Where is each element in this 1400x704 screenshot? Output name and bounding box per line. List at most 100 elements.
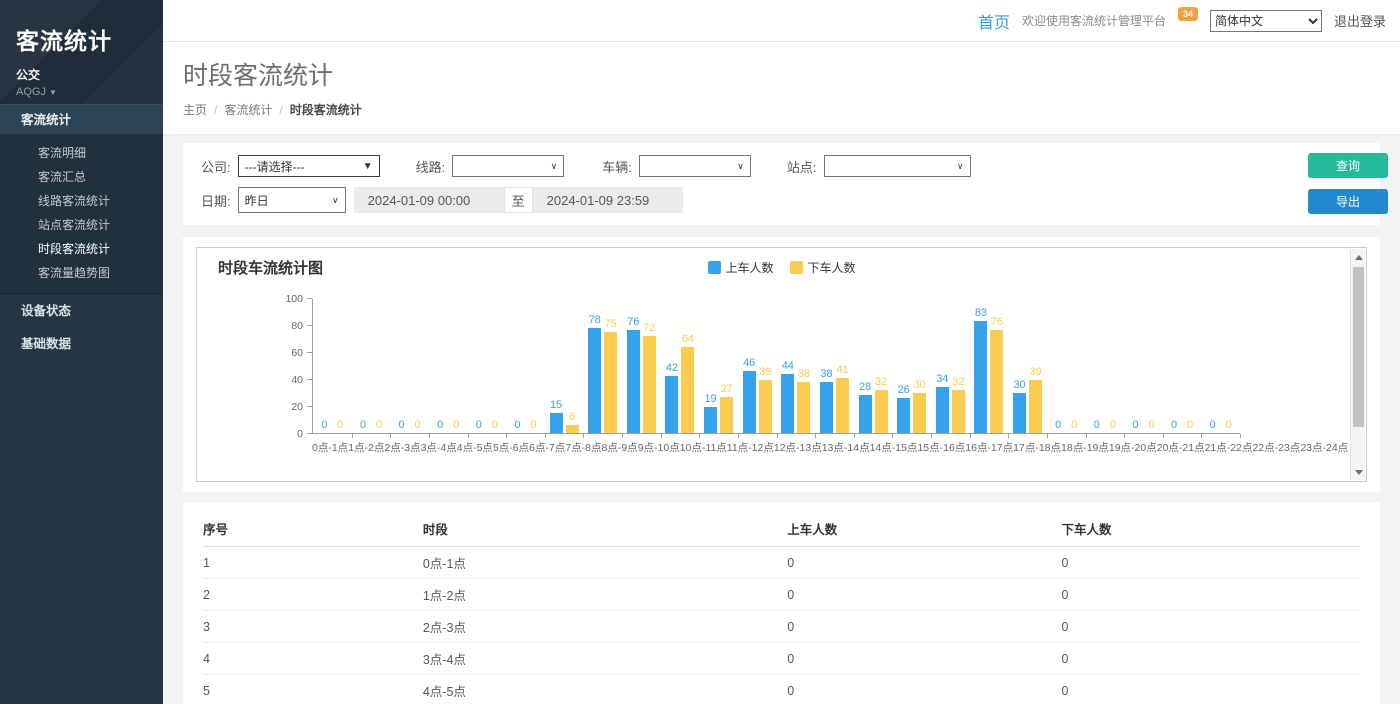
action-buttons: 查询 导出 [1308,153,1388,214]
sidebar-section-0[interactable]: 客流统计 [0,104,163,135]
bar-column: 0 [1090,420,1103,433]
home-link[interactable]: 首页 [978,9,1010,33]
bar-value-label: 44 [782,361,794,372]
page-head: 时段客流统计 主页/客流统计/时段客流统计 [163,42,1400,135]
breadcrumb-link[interactable]: 客流统计 [224,101,272,118]
logout-link[interactable]: 退出登录 [1334,11,1386,30]
x-tick-label: 0点-1点 [312,440,348,455]
scrollbar-thumb[interactable] [1353,267,1364,427]
date-preset-select[interactable]: 昨日 ∨ [238,187,346,213]
legend-swatch-icon [790,261,803,274]
table-cell: 4点-5点 [423,675,787,704]
chevron-down-icon: ▼ [49,88,57,97]
bar-group: 2832 [854,299,893,433]
bar-column: 76 [990,317,1003,433]
bar-column: 0 [1145,420,1158,433]
sidebar-section-1[interactable]: 设备状态 [0,296,163,327]
bar-column: 38 [797,369,810,433]
bar-value-label: 46 [743,358,755,369]
filter-panel: 公司: ---请选择--- ▼ 线路: ∨ 车辆: ∨ 站点: [183,143,1380,225]
sidebar-item[interactable]: 客流明细 [0,141,163,165]
x-tick-label: 12点-13点 [774,440,822,455]
sidebar-item[interactable]: 客流汇总 [0,165,163,189]
bar [797,382,810,433]
date-to-input[interactable]: 2024-01-09 23:59 [533,187,683,213]
legend-item[interactable]: 下车人数 [790,259,856,276]
bar-column: 83 [974,308,987,433]
org-code-dropdown[interactable]: AQGJ ▼ [16,86,163,98]
bar-group: 00 [1201,299,1240,433]
bar-column: 0 [1052,420,1065,433]
bar [1029,380,1042,433]
breadcrumb-link[interactable]: 主页 [183,101,207,118]
bar [550,413,563,433]
bar-column: 0 [1206,420,1219,433]
bar-column: 39 [1029,367,1042,433]
bar-value-label: 0 [514,420,520,431]
bar-value-label: 32 [875,377,887,388]
bar-column: 41 [836,365,849,433]
dropdown-arrow-icon: ∨ [957,161,964,172]
sidebar: 客流统计 公交 AQGJ ▼ 客流统计客流明细客流汇总线路客流统计站点客流统计时… [0,0,163,704]
sidebar-item[interactable]: 客流量趋势图 [0,261,163,285]
bar-value-label: 38 [820,369,832,380]
bar [936,387,949,433]
bar-group: 00 [468,299,507,433]
bar [704,407,717,433]
bar-column: 0 [356,420,369,433]
bar-column: 44 [781,361,794,433]
triangle-up-icon [1355,255,1363,260]
bar-group: 1927 [699,299,738,433]
company-select[interactable]: ---请选择--- ▼ [238,155,380,177]
legend-item[interactable]: 上车人数 [707,259,773,276]
scrollbar-down-arrow[interactable] [1351,464,1366,480]
x-tick-label: 6点-7点 [529,440,565,455]
vehicle-label: 车辆: [602,157,632,176]
scrollbar-up-arrow[interactable] [1351,249,1366,265]
table-cell: 0 [1061,547,1360,579]
bar [859,395,872,433]
bar-group: 00 [390,299,429,433]
x-tick-label: 9点-10点 [638,440,680,455]
bar-value-label: 0 [437,420,443,431]
page-title: 时段客流统计 [183,56,1380,92]
bar-column: 78 [588,315,601,433]
chart-card: 时段车流统计图 上车人数下车人数 020406080100 0000000000… [183,237,1380,492]
bar-value-label: 78 [589,315,601,326]
query-button[interactable]: 查询 [1308,153,1388,178]
bar-column: 64 [681,334,694,433]
vehicle-select[interactable]: ∨ [639,155,751,177]
bar [627,330,640,433]
breadcrumb: 主页/客流统计/时段客流统计 [183,101,1380,118]
bar-value-label: 0 [360,420,366,431]
bar-column: 6 [566,412,579,433]
bar-value-label: 0 [1171,420,1177,431]
table-column-header: 时段 [423,510,787,547]
chart-vertical-scrollbar[interactable] [1350,249,1365,480]
line-select[interactable]: ∨ [452,155,564,177]
bar-group: 38 41 [815,299,854,433]
bar-column: 72 [643,323,656,433]
y-tick-label: 40 [291,374,303,386]
y-tick-label: 80 [291,320,303,332]
table-cell: 4 [203,643,423,675]
bar-group: 00 [352,299,391,433]
bar-group: 4438 [777,299,816,433]
legend-label: 上车人数 [725,259,773,276]
language-select[interactable]: 简体中文 [1210,10,1322,32]
bar-column: 30 [913,380,926,434]
sidebar-section-2[interactable]: 基础数据 [0,329,163,360]
sidebar-item[interactable]: 线路客流统计 [0,189,163,213]
welcome-text: 欢迎使用客流统计管理平台 [1022,12,1166,29]
bar-value-label: 39 [759,367,771,378]
x-tick-label: 23点-24点 [1300,440,1348,455]
station-select[interactable]: ∨ [824,155,971,177]
export-button[interactable]: 导出 [1308,189,1388,214]
bar-column: 0 [1068,420,1081,433]
bar-column: 46 [743,358,756,433]
date-from-input[interactable]: 2024-01-09 00:00 [354,187,504,213]
sidebar-item[interactable]: 站点客流统计 [0,213,163,237]
table-row: 32点-3点00 [203,611,1360,643]
bar [836,378,849,433]
sidebar-item[interactable]: 时段客流统计 [0,237,163,261]
